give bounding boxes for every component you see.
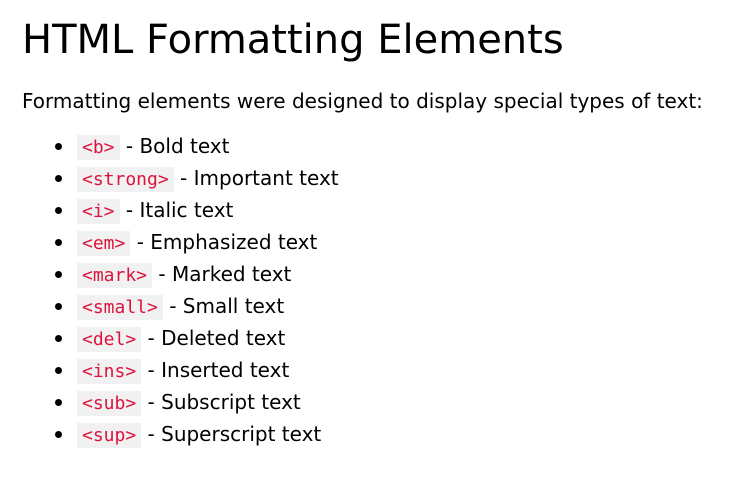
item-description: - Subscript text <box>141 390 301 414</box>
item-description: - Superscript text <box>141 422 322 446</box>
list-item-sub: <sub> - Subscript text <box>55 386 755 418</box>
intro-paragraph: Formatting elements were designed to dis… <box>22 89 703 113</box>
list-item-b: <b> - Bold text <box>55 130 755 162</box>
item-description: - Important text <box>173 166 339 190</box>
item-description: - Deleted text <box>141 326 286 350</box>
list-item-ins: <ins> - Inserted text <box>55 354 755 386</box>
list-item-del: <del> - Deleted text <box>55 322 755 354</box>
code-tag: <sup> <box>77 423 142 448</box>
item-description: - Italic text <box>119 198 234 222</box>
list-item-em: <em> - Emphasized text <box>55 226 755 258</box>
page: HTML Formatting Elements Formatting elem… <box>0 0 755 486</box>
list-item-i: <i> - Italic text <box>55 194 755 226</box>
code-tag: <ins> <box>77 359 142 384</box>
code-tag: <i> <box>77 199 120 224</box>
list-item-mark: <mark> - Marked text <box>55 258 755 290</box>
list-item-strong: <strong> - Important text <box>55 162 755 194</box>
code-tag: <small> <box>77 295 163 320</box>
item-description: - Bold text <box>119 134 230 158</box>
code-tag: <sub> <box>77 391 142 416</box>
code-tag: <b> <box>77 135 120 160</box>
code-tag: <mark> <box>77 263 153 288</box>
item-description: - Inserted text <box>141 358 290 382</box>
code-tag: <em> <box>77 231 131 256</box>
code-tag: <strong> <box>77 167 174 192</box>
list-item-sup: <sup> - Superscript text <box>55 418 755 450</box>
item-description: - Emphasized text <box>130 230 318 254</box>
page-title: HTML Formatting Elements <box>22 17 564 63</box>
formatting-elements-list: <b> - Bold text <strong> - Important tex… <box>22 130 755 450</box>
item-description: - Marked text <box>152 262 292 286</box>
item-description: - Small text <box>162 294 285 318</box>
code-tag: <del> <box>77 327 142 352</box>
list-item-small: <small> - Small text <box>55 290 755 322</box>
